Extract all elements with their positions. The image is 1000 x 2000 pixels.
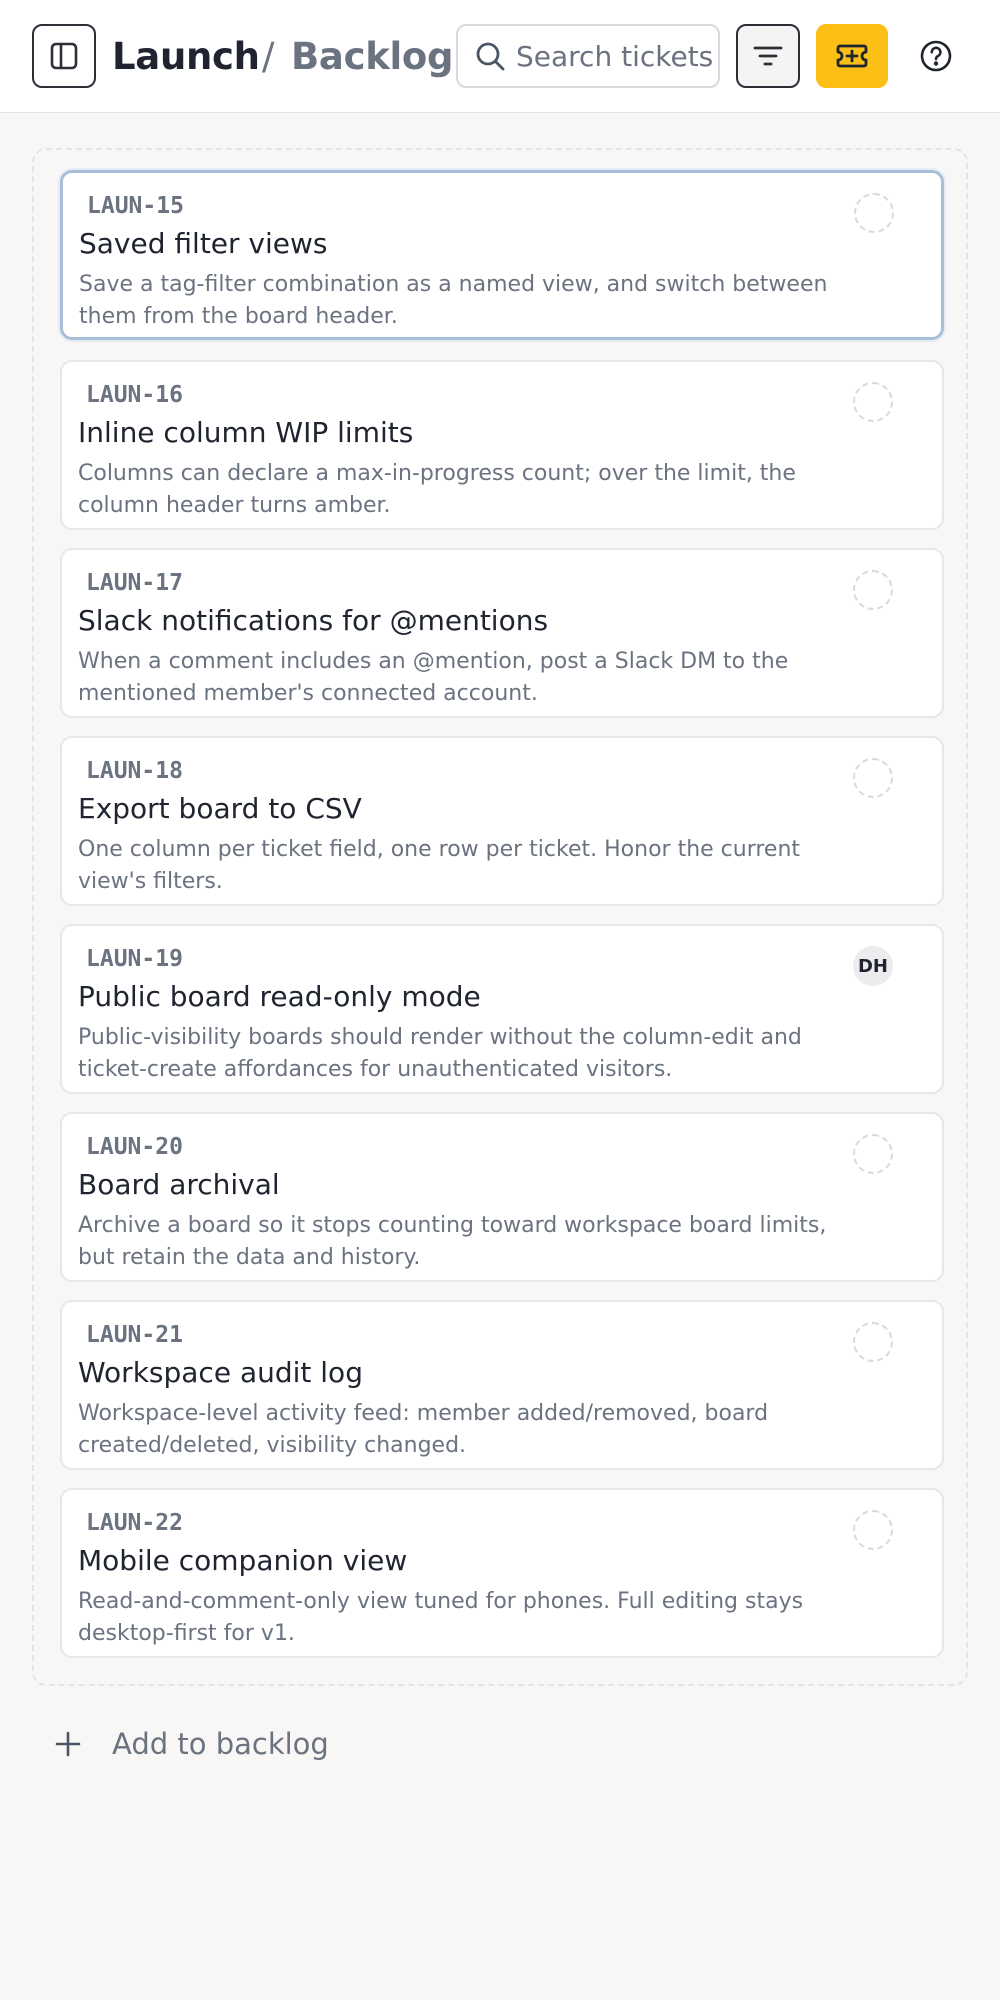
ticket-title: Export board to CSV: [78, 792, 362, 825]
filter-icon: [752, 40, 784, 72]
ticket-description: Save a tag-filter combination as a named…: [79, 272, 828, 329]
ticket-description: Archive a board so it stops counting tow…: [78, 1213, 827, 1270]
assignee-placeholder[interactable]: [853, 382, 893, 422]
assignee-placeholder[interactable]: [854, 193, 894, 233]
filter-button[interactable]: [736, 24, 800, 88]
ticket-id: LAUN-16: [86, 382, 183, 408]
help-icon: [919, 39, 953, 73]
ticket-description: When a comment includes an @mention, pos…: [78, 649, 789, 706]
ticket-title: Public board read-only mode: [78, 980, 481, 1013]
ticket-title: Mobile companion view: [78, 1544, 408, 1577]
search-box[interactable]: [456, 24, 720, 88]
search-icon: [474, 40, 506, 72]
ticket-id: LAUN-21: [86, 1322, 183, 1348]
ticket-card[interactable]: LAUN-22 Mobile companion view Read-and-c…: [60, 1488, 944, 1658]
ticket-card[interactable]: LAUN-20 Board archival Archive a board s…: [60, 1112, 944, 1282]
add-to-backlog-button[interactable]: Add to backlog: [50, 1722, 329, 1766]
search-input[interactable]: [516, 39, 716, 73]
ticket-id: LAUN-19: [86, 946, 183, 972]
add-to-backlog-label: Add to backlog: [112, 1727, 329, 1761]
ticket-id: LAUN-20: [86, 1134, 183, 1160]
ticket-title: Slack notifications for @mentions: [78, 604, 549, 637]
ticket-description: Public-visibility boards should render w…: [78, 1025, 802, 1082]
ticket-plus-icon: [835, 41, 869, 71]
ticket-description: One column per ticket field, one row per…: [78, 837, 801, 894]
ticket-title: Workspace audit log: [78, 1356, 363, 1389]
ticket-card[interactable]: LAUN-18 Export board to CSV One column p…: [60, 736, 944, 906]
assignee-placeholder[interactable]: [853, 758, 893, 798]
breadcrumb-project[interactable]: Launch: [112, 32, 260, 80]
ticket-title: Board archival: [78, 1168, 280, 1201]
ticket-card[interactable]: LAUN-16 Inline column WIP limits Columns…: [60, 360, 944, 530]
assignee-placeholder[interactable]: [853, 1134, 893, 1174]
ticket-card[interactable]: LAUN-15 Saved filter views Save a tag-fi…: [60, 170, 944, 340]
assignee-placeholder[interactable]: [853, 1510, 893, 1550]
ticket-card[interactable]: LAUN-19 Public board read-only mode Publ…: [60, 924, 944, 1094]
sidebar-toggle-icon: [49, 41, 79, 71]
backlog-column: LAUN-15 Saved filter views Save a tag-fi…: [32, 148, 968, 1686]
top-bar: Launch / Backlog: [0, 0, 1000, 113]
ticket-id: LAUN-17: [86, 570, 183, 596]
plus-icon: [50, 1730, 86, 1758]
ticket-card[interactable]: LAUN-21 Workspace audit log Workspace-le…: [60, 1300, 944, 1470]
ticket-description: Workspace-level activity feed: member ad…: [78, 1401, 769, 1458]
assignee-placeholder[interactable]: [853, 1322, 893, 1362]
ticket-title: Saved filter views: [79, 227, 328, 260]
ticket-id: LAUN-18: [86, 758, 183, 784]
assignee-avatar[interactable]: DH: [853, 946, 893, 986]
ticket-id: LAUN-22: [86, 1510, 183, 1536]
page-title: Backlog: [291, 34, 454, 78]
assignee-placeholder[interactable]: [853, 570, 893, 610]
ticket-description: Read-and-comment-only view tuned for pho…: [78, 1589, 804, 1646]
ticket-description: Columns can declare a max-in-progress co…: [78, 461, 796, 518]
breadcrumb-separator: /: [262, 34, 275, 78]
sidebar-toggle-button[interactable]: [32, 24, 96, 88]
ticket-id: LAUN-15: [87, 193, 184, 219]
help-button[interactable]: [918, 38, 954, 74]
new-ticket-button[interactable]: [816, 24, 888, 88]
ticket-card[interactable]: LAUN-17 Slack notifications for @mention…: [60, 548, 944, 718]
ticket-title: Inline column WIP limits: [78, 416, 414, 449]
